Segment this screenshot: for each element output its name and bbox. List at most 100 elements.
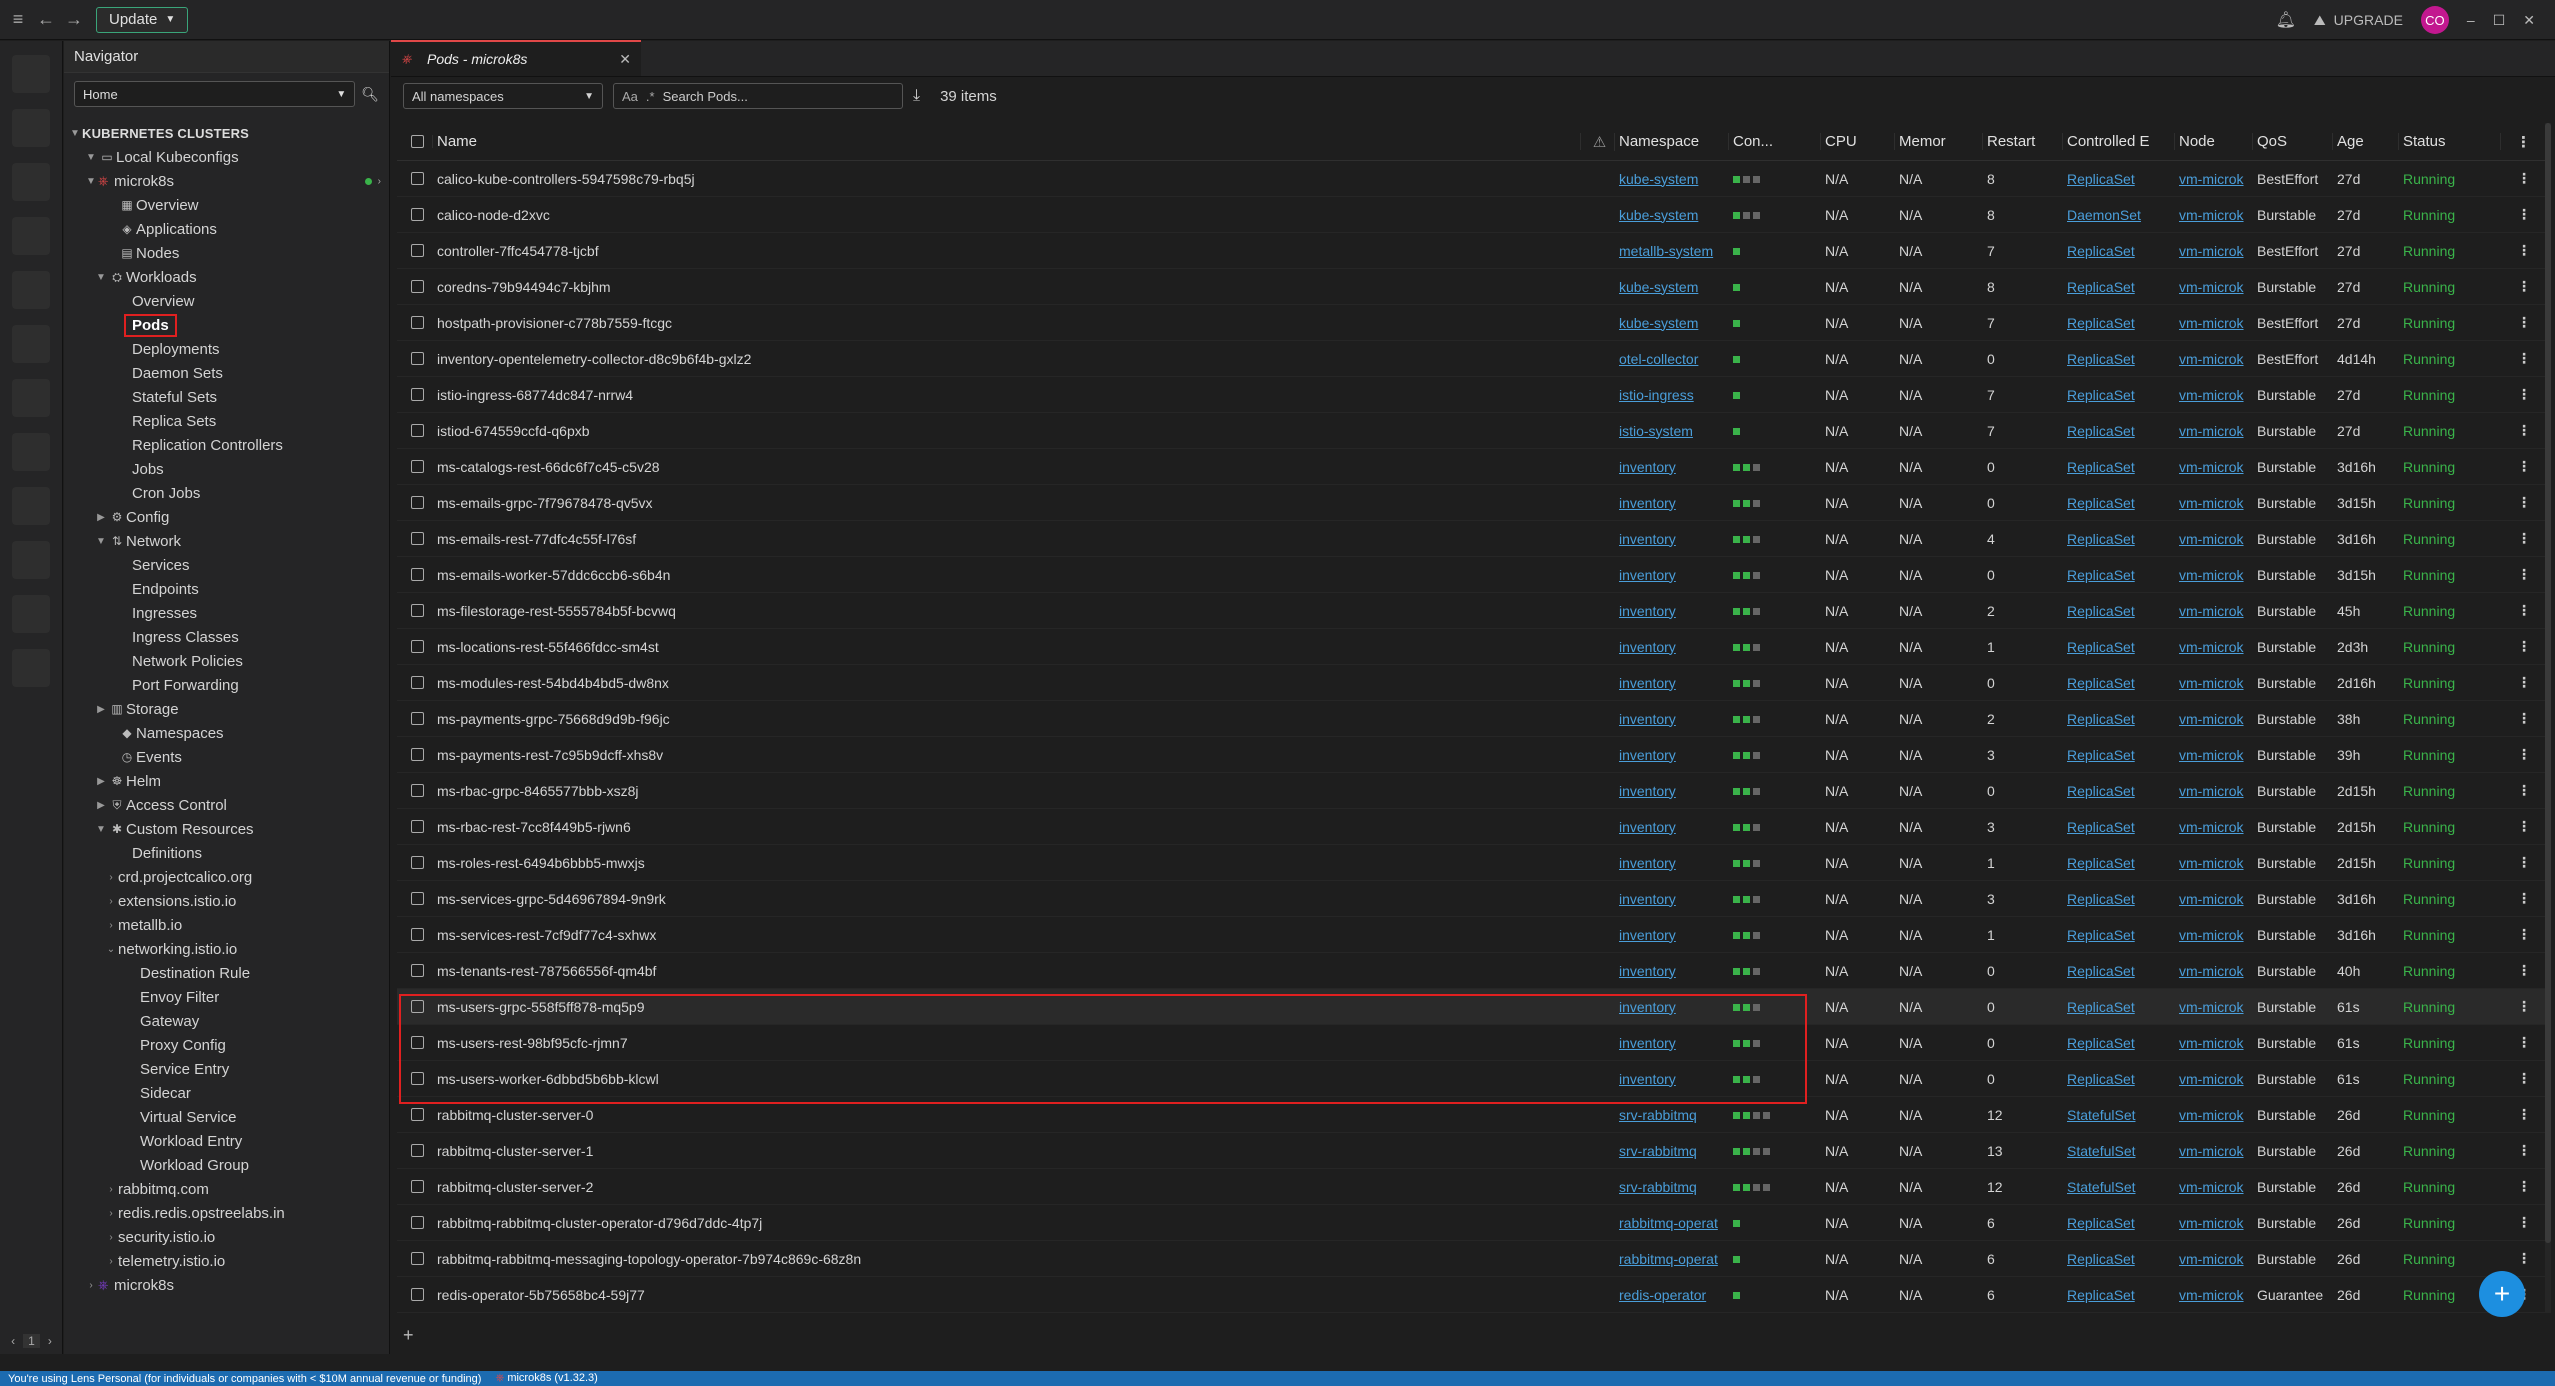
row-checkbox[interactable] [397,1288,433,1301]
tree-crd-calico[interactable]: › crd.projectcalico.org [64,865,389,889]
pod-node-link[interactable]: vm-microk [2179,999,2244,1015]
pod-node[interactable]: vm-microk [2175,243,2253,259]
pod-node[interactable]: vm-microk [2175,927,2253,943]
pod-namespace[interactable]: inventory [1615,675,1729,691]
row-menu-icon[interactable]: ⋮ [2501,566,2547,583]
chevron-right-icon[interactable]: › [48,1334,52,1348]
pod-controlled-by[interactable]: ReplicaSet [2063,711,2175,727]
pod-controlled-by[interactable]: StatefulSet [2063,1179,2175,1195]
pod-namespace-link[interactable]: inventory [1619,783,1676,799]
pod-namespace[interactable]: inventory [1615,711,1729,727]
pod-node[interactable]: vm-microk [2175,819,2253,835]
row-checkbox[interactable] [397,1216,433,1229]
pod-namespace[interactable]: inventory [1615,459,1729,475]
tree-applications[interactable]: ◈ Applications [64,217,389,241]
tree-access-control[interactable]: ▶ ⛨ Access Control [64,793,389,817]
row-menu-icon[interactable]: ⋮ [2501,1142,2547,1159]
row-checkbox[interactable] [397,640,433,653]
pod-namespace[interactable]: istio-ingress [1615,387,1729,403]
table-row[interactable]: calico-node-d2xvc kube-system N/A N/A 8 Daemo… [397,197,2547,233]
hotbar-slot[interactable] [12,487,50,525]
row-checkbox[interactable] [397,748,433,761]
pod-node[interactable]: vm-microk [2175,1251,2253,1267]
pod-node[interactable]: vm-microk [2175,747,2253,763]
row-checkbox[interactable] [397,1180,433,1193]
pod-namespace-link[interactable]: inventory [1619,1035,1676,1051]
table-row[interactable]: ms-emails-rest-77dfc4c55f-l76sf inventory… [397,521,2547,557]
row-menu-icon[interactable]: ⋮ [2501,1106,2547,1123]
row-menu-icon[interactable]: ⋮ [2501,206,2547,223]
row-menu-icon[interactable]: ⋮ [2501,530,2547,547]
tree-virtual-service[interactable]: Virtual Service [64,1105,389,1129]
pod-node[interactable]: vm-microk [2175,1179,2253,1195]
pod-controlled-by[interactable]: ReplicaSet [2063,603,2175,619]
table-row[interactable]: rabbitmq-rabbitmq-cluster-operator-d796d… [397,1205,2547,1241]
row-checkbox[interactable] [397,172,433,185]
row-checkbox[interactable] [397,316,433,329]
pod-namespace[interactable]: inventory [1615,495,1729,511]
tree-rabbitmq[interactable]: › rabbitmq.com [64,1177,389,1201]
hotbar-slot[interactable] [12,379,50,417]
close-window-icon[interactable]: ✕ [2523,12,2535,29]
table-row[interactable]: istio-ingress-68774dc847-nrrw4 istio-ingr… [397,377,2547,413]
pod-node[interactable]: vm-microk [2175,891,2253,907]
pod-namespace[interactable]: kube-system [1615,315,1729,331]
pod-node-link[interactable]: vm-microk [2179,963,2244,979]
tab-pods[interactable]: ⎈ Pods - microk8s ✕ [391,40,641,76]
pod-controlled-by[interactable]: ReplicaSet [2063,855,2175,871]
pod-namespace[interactable]: rabbitmq-operat [1615,1215,1729,1231]
row-checkbox[interactable] [397,712,433,725]
pod-namespace[interactable]: srv-rabbitmq [1615,1179,1729,1195]
scrollbar[interactable] [2545,123,2551,1313]
pod-namespace[interactable]: inventory [1615,1071,1729,1087]
pod-controlled-by[interactable]: ReplicaSet [2063,423,2175,439]
pod-node-link[interactable]: vm-microk [2179,1071,2244,1087]
pod-node[interactable]: vm-microk [2175,603,2253,619]
tree-stateful-sets[interactable]: Stateful Sets [64,385,389,409]
tree-metallb[interactable]: › metallb.io [64,913,389,937]
table-row[interactable]: hostpath-provisioner-c778b7559-ftcgc kube… [397,305,2547,341]
hotbar-slot[interactable] [12,163,50,201]
pod-node[interactable]: vm-microk [2175,351,2253,367]
row-checkbox[interactable] [397,496,433,509]
pod-node-link[interactable]: vm-microk [2179,243,2244,259]
pod-controlled-by-link[interactable]: ReplicaSet [2067,999,2135,1015]
pod-controlled-by-link[interactable]: ReplicaSet [2067,1071,2135,1087]
row-menu-icon[interactable]: ⋮ [2501,962,2547,979]
pod-node-link[interactable]: vm-microk [2179,207,2244,223]
pod-namespace-link[interactable]: inventory [1619,855,1676,871]
pod-node[interactable]: vm-microk [2175,567,2253,583]
table-row[interactable]: rabbitmq-cluster-server-2 srv-rabbitmq N/A… [397,1169,2547,1205]
pod-controlled-by-link[interactable]: ReplicaSet [2067,1287,2135,1303]
table-row[interactable]: ms-modules-rest-54bd4b4bd5-dw8nx inventor… [397,665,2547,701]
pod-node-link[interactable]: vm-microk [2179,891,2244,907]
pod-node-link[interactable]: vm-microk [2179,783,2244,799]
col-qos[interactable]: QoS [2253,133,2333,150]
row-checkbox[interactable] [397,856,433,869]
pod-controlled-by-link[interactable]: ReplicaSet [2067,747,2135,763]
pod-node-link[interactable]: vm-microk [2179,819,2244,835]
hotbar-slot[interactable] [12,271,50,309]
pod-controlled-by-link[interactable]: ReplicaSet [2067,459,2135,475]
pod-node[interactable]: vm-microk [2175,1035,2253,1051]
row-menu-icon[interactable]: ⋮ [2501,854,2547,871]
table-row[interactable]: ms-locations-rest-55f466fdcc-sm4st invent… [397,629,2547,665]
row-checkbox[interactable] [397,280,433,293]
col-status[interactable]: Status [2399,133,2501,150]
hotbar-slot[interactable] [12,217,50,255]
pod-controlled-by-link[interactable]: ReplicaSet [2067,891,2135,907]
table-row[interactable]: ms-services-rest-7cf9df77c4-sxhwx invento… [397,917,2547,953]
pod-controlled-by[interactable]: ReplicaSet [2063,783,2175,799]
pod-namespace-link[interactable]: inventory [1619,819,1676,835]
tree-deployments[interactable]: Deployments [64,337,389,361]
hotbar-slot[interactable] [12,595,50,633]
pod-controlled-by-link[interactable]: ReplicaSet [2067,279,2135,295]
pod-controlled-by-link[interactable]: StatefulSet [2067,1107,2136,1123]
row-checkbox[interactable] [397,928,433,941]
pod-controlled-by-link[interactable]: ReplicaSet [2067,171,2135,187]
pod-namespace-link[interactable]: inventory [1619,963,1676,979]
pod-namespace-link[interactable]: inventory [1619,531,1676,547]
pod-node-link[interactable]: vm-microk [2179,855,2244,871]
pod-node-link[interactable]: vm-microk [2179,927,2244,943]
pod-namespace-link[interactable]: istio-system [1619,423,1693,439]
